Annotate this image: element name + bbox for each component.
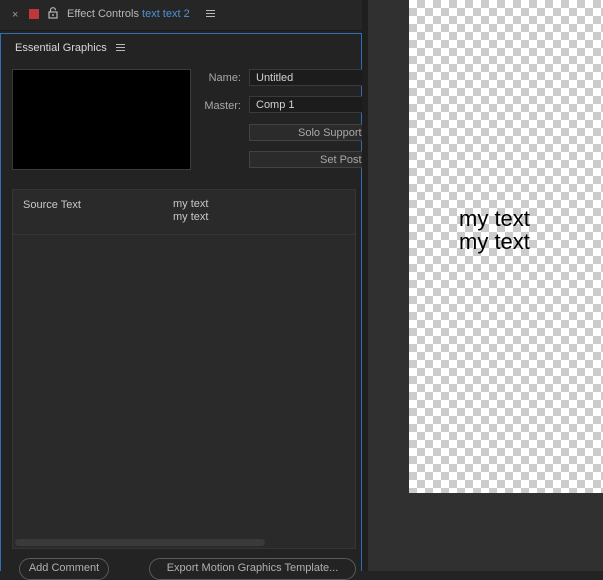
panel-tab-bar: × Effect Controls text text 2 bbox=[0, 0, 364, 31]
tab-title-label: Effect Controls bbox=[67, 8, 139, 20]
canvas-text-layer[interactable]: my text my text bbox=[459, 207, 530, 253]
panel-menu-icon[interactable] bbox=[116, 44, 126, 54]
master-dropdown[interactable]: Comp 1 bbox=[249, 96, 369, 113]
tab-effect-controls[interactable]: Effect Controls text text 2 bbox=[67, 8, 190, 20]
essential-graphics-panel: Essential Graphics Name: Untitled Master… bbox=[0, 33, 369, 580]
property-value-line[interactable]: my text bbox=[173, 211, 208, 223]
panel-title[interactable]: Essential Graphics bbox=[15, 42, 107, 54]
close-tab-icon[interactable]: × bbox=[12, 9, 18, 21]
properties-list: Source Text my text my text bbox=[12, 189, 356, 549]
add-comment-button[interactable]: Add Comment bbox=[19, 558, 109, 580]
canvas-text-line: my text bbox=[459, 206, 530, 231]
name-field[interactable]: Untitled bbox=[249, 69, 369, 86]
transparency-canvas[interactable]: my text my text bbox=[409, 0, 603, 493]
master-label: Master: bbox=[204, 100, 241, 112]
lock-icon[interactable] bbox=[48, 7, 58, 19]
solo-supported-button[interactable]: Solo Supported bbox=[249, 124, 369, 141]
property-row[interactable]: Source Text my text my text bbox=[13, 190, 355, 235]
poster-preview bbox=[12, 69, 191, 170]
tab-comp-name: text text 2 bbox=[142, 8, 190, 20]
set-poster-time-button[interactable]: Set Poster Time bbox=[249, 151, 369, 168]
canvas-text-line: my text bbox=[459, 229, 530, 254]
export-template-button[interactable]: Export Motion Graphics Template... bbox=[149, 558, 356, 580]
horizontal-scrollbar[interactable] bbox=[15, 539, 265, 546]
label-color-swatch[interactable] bbox=[29, 9, 39, 19]
composition-viewer: my text my text bbox=[368, 0, 603, 571]
property-label: Source Text bbox=[23, 199, 81, 211]
name-label: Name: bbox=[208, 72, 241, 84]
property-value-line[interactable]: my text bbox=[173, 198, 208, 210]
panel-menu-icon[interactable] bbox=[206, 9, 216, 19]
